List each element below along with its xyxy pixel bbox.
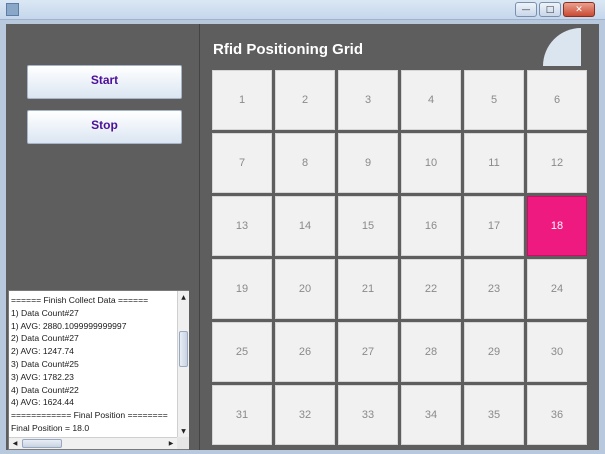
grid-cell-14[interactable]: 14 [275, 196, 335, 256]
grid-cell-27[interactable]: 27 [338, 322, 398, 382]
grid-cell-22[interactable]: 22 [401, 259, 461, 319]
grid-cell-17[interactable]: 17 [464, 196, 524, 256]
grid-cell-23[interactable]: 23 [464, 259, 524, 319]
grid-cell-34[interactable]: 34 [401, 385, 461, 445]
log-lines: ====== Finish Collect Data ====== 1) Data… [9, 291, 177, 437]
window-controls: — □ ✕ [515, 2, 595, 17]
grid-cell-28[interactable]: 28 [401, 322, 461, 382]
grid-cell-15[interactable]: 15 [338, 196, 398, 256]
grid-cell-29[interactable]: 29 [464, 322, 524, 382]
grid-cell-25[interactable]: 25 [212, 322, 272, 382]
grid-cell-18[interactable]: 18 [527, 196, 587, 256]
grid-cell-26[interactable]: 26 [275, 322, 335, 382]
grid-cell-13[interactable]: 13 [212, 196, 272, 256]
grid-cell-1[interactable]: 1 [212, 70, 272, 130]
vertical-scrollbar[interactable]: ▲ ▼ [177, 291, 189, 437]
log-line: Final Position = 18.0 [11, 422, 90, 433]
grid-cell-30[interactable]: 30 [527, 322, 587, 382]
log-line: 3) Data Count#25 [11, 358, 79, 369]
log-line: ====== Finish Collect Data ====== [11, 295, 149, 305]
grid-cell-32[interactable]: 32 [275, 385, 335, 445]
grid-cell-4[interactable]: 4 [401, 70, 461, 130]
grid-panel: Rfid Positioning Grid 1 2 3 4 5 6 7 8 9 10 11 12 13 1… [204, 24, 599, 450]
horizontal-scroll-thumb[interactable] [22, 439, 62, 448]
log-line: 2) Data Count#27 [11, 333, 79, 344]
log-line: 4) Data Count#22 [11, 384, 79, 395]
grid-cell-6[interactable]: 6 [527, 70, 587, 130]
grid-cell-20[interactable]: 20 [275, 259, 335, 319]
vertical-scroll-thumb[interactable] [179, 331, 188, 367]
grid-cell-33[interactable]: 33 [338, 385, 398, 445]
grid-cell-9[interactable]: 9 [338, 133, 398, 193]
title-bar: — □ ✕ [0, 0, 605, 20]
content-area: Start Stop ====== Finish Collect Data ==… [6, 24, 599, 450]
start-button[interactable]: Start [27, 65, 182, 99]
grid-cell-7[interactable]: 7 [212, 133, 272, 193]
app-icon [6, 3, 19, 16]
scroll-up-icon[interactable]: ▲ [178, 291, 189, 303]
grid-cell-24[interactable]: 24 [527, 259, 587, 319]
scroll-down-icon[interactable]: ▼ [178, 425, 189, 437]
window-frame: Start Stop ====== Finish Collect Data ==… [0, 20, 605, 454]
grid-cell-8[interactable]: 8 [275, 133, 335, 193]
log-line: 2) AVG: 1247.74 [11, 346, 74, 357]
grid-cell-2[interactable]: 2 [275, 70, 335, 130]
grid-cell-35[interactable]: 35 [464, 385, 524, 445]
grid-cell-5[interactable]: 5 [464, 70, 524, 130]
grid-cell-21[interactable]: 21 [338, 259, 398, 319]
grid-cell-10[interactable]: 10 [401, 133, 461, 193]
corner-decoration [543, 28, 581, 66]
log-line: 1) AVG: 2880.1099999999997 [11, 320, 127, 331]
grid-cell-16[interactable]: 16 [401, 196, 461, 256]
grid-cell-31[interactable]: 31 [212, 385, 272, 445]
positioning-grid: 1 2 3 4 5 6 7 8 9 10 11 12 13 14 15 16 17 18 19 20 21 22 23 24 2… [212, 70, 587, 445]
log-line: 1) Data Count#27 [11, 307, 79, 318]
close-button[interactable]: ✕ [563, 2, 595, 17]
log-line: 4) AVG: 1624.44 [11, 397, 74, 408]
grid-cell-12[interactable]: 12 [527, 133, 587, 193]
log-text-area[interactable]: ====== Finish Collect Data ====== 1) Data… [8, 290, 189, 450]
scrollbar-corner [177, 437, 189, 449]
grid-title: Rfid Positioning Grid [213, 41, 363, 58]
grid-cell-3[interactable]: 3 [338, 70, 398, 130]
grid-cell-19[interactable]: 19 [212, 259, 272, 319]
minimize-button[interactable]: — [515, 2, 537, 17]
stop-button[interactable]: Stop [27, 110, 182, 144]
horizontal-scrollbar[interactable]: ◀ ▶ [9, 437, 177, 449]
maximize-button[interactable]: □ [539, 2, 561, 17]
log-line: 3) AVG: 1782.23 [11, 371, 74, 382]
log-line: ============ Final Position ======== [11, 410, 168, 421]
scroll-left-icon[interactable]: ◀ [9, 438, 21, 449]
control-panel: Start Stop ====== Finish Collect Data ==… [6, 24, 200, 450]
grid-cell-11[interactable]: 11 [464, 133, 524, 193]
scroll-right-icon[interactable]: ▶ [165, 438, 177, 449]
grid-cell-36[interactable]: 36 [527, 385, 587, 445]
